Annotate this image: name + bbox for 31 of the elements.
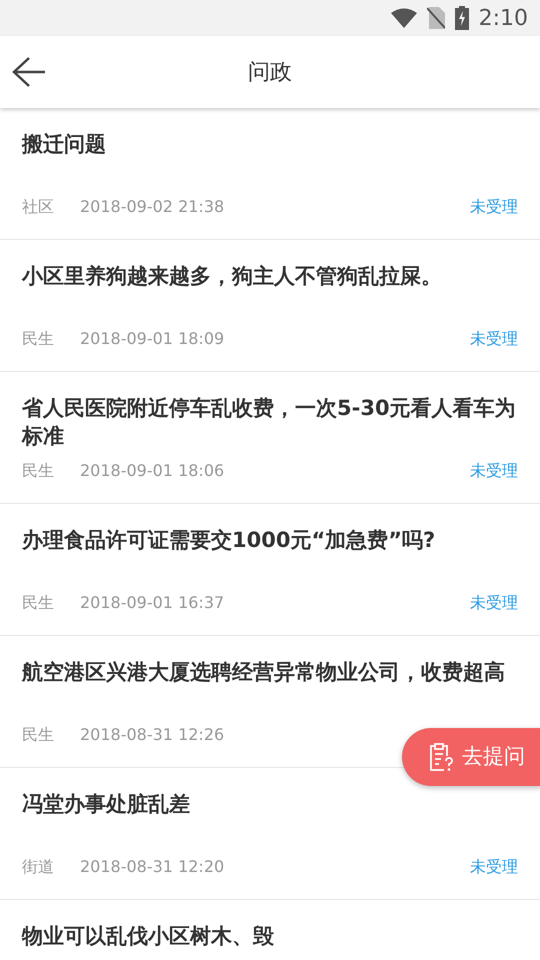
post-date: 2018-09-01 18:09: [80, 329, 224, 349]
category-label: 民生: [22, 593, 55, 613]
wifi-icon: [390, 8, 417, 28]
status-label: 未受理: [470, 197, 518, 217]
category-label: 民生: [22, 329, 55, 349]
post-date: 2018-08-31 12:20: [80, 857, 224, 877]
category-label: 社区: [22, 197, 55, 217]
category-label: 民生: [22, 461, 55, 481]
question-title[interactable]: 省人民医院附近停车乱收费，一次5-30元看人看车为标准: [22, 394, 518, 450]
category-label: 民生: [22, 725, 55, 745]
post-date: 2018-09-01 16:37: [80, 593, 224, 613]
clock: 2:10: [478, 4, 528, 32]
status-label: 未受理: [470, 857, 518, 877]
back-icon[interactable]: [12, 56, 46, 88]
post-date: 2018-09-02 21:38: [80, 197, 224, 217]
post-date: 2018-09-01 18:06: [80, 461, 224, 481]
question-title[interactable]: 小区里养狗越来越多，狗主人不管狗乱拉屎。: [22, 262, 518, 290]
no-sim-icon: [426, 7, 445, 29]
question-title[interactable]: 搬迁问题: [22, 130, 518, 158]
status-label: 未受理: [470, 593, 518, 613]
battery-icon: [454, 6, 469, 30]
question-title[interactable]: 航空港区兴港大厦选聘经营异常物业公司，收费超高: [22, 658, 518, 686]
page-title: 问政: [248, 58, 292, 86]
category-label: 街道: [22, 857, 55, 877]
question-clipboard-icon: [428, 742, 456, 772]
question-title[interactable]: 物业可以乱伐小区树木、毁: [22, 922, 518, 950]
question-title[interactable]: 冯堂办事处脏乱差: [22, 790, 518, 818]
status-label: 未受理: [470, 461, 518, 481]
post-date: 2018-08-31 12:26: [80, 725, 224, 745]
question-title[interactable]: 办理食品许可证需要交1000元“加急费”吗?: [22, 526, 518, 554]
status-label: 未受理: [470, 329, 518, 349]
